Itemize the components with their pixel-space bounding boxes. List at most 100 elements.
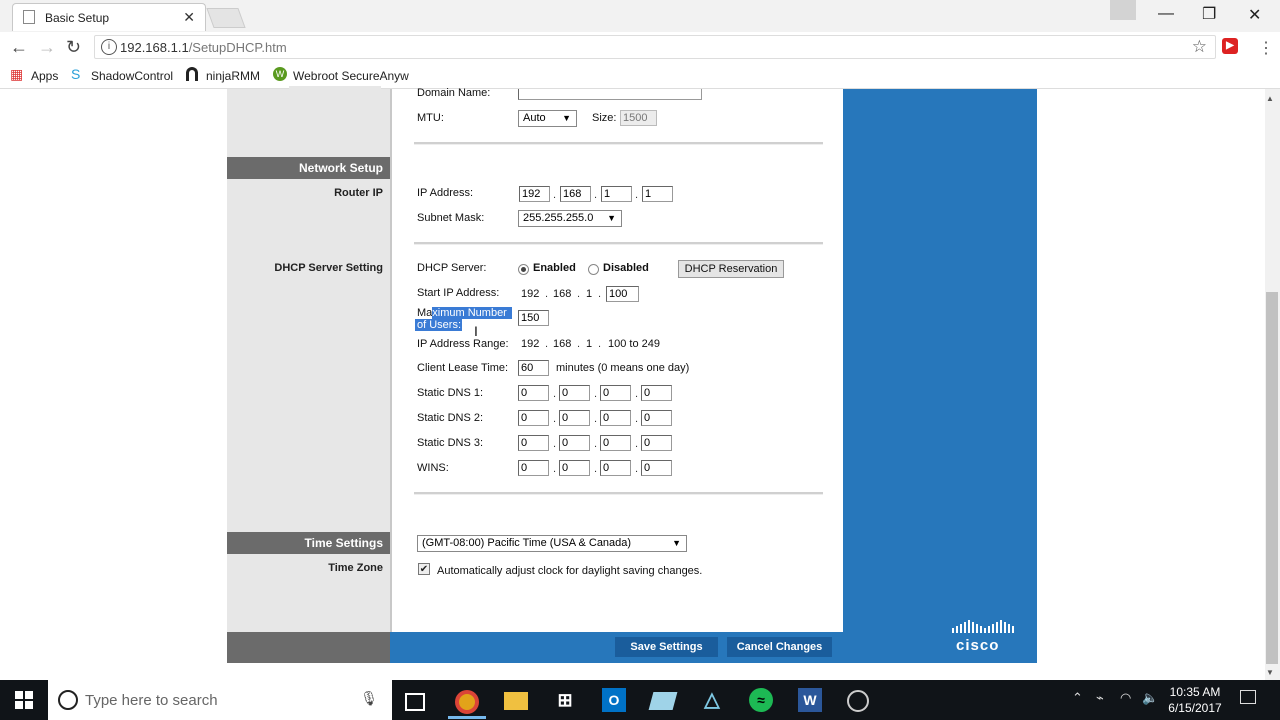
tab-basic-setup[interactable]: Basic Setup ✕ <box>12 3 206 31</box>
router-ip-octet-4[interactable]: 1 <box>642 186 673 202</box>
store-icon[interactable]: ⊞ <box>553 688 577 712</box>
static-dns1-octet-1[interactable]: 0 <box>518 385 549 401</box>
clock-date: 6/15/2017 <box>1168 701 1222 715</box>
static-dns1-octet-3[interactable]: 0 <box>600 385 631 401</box>
taskbar-search-box[interactable]: Type here to search 🎙 <box>48 680 392 720</box>
new-tab-button[interactable] <box>206 8 246 28</box>
outlook-icon[interactable]: O <box>602 688 626 712</box>
cancel-changes-button[interactable]: Cancel Changes <box>727 637 832 657</box>
scroll-down-icon[interactable]: ▼ <box>1266 668 1274 677</box>
bookmark-ninjarmm[interactable]: ninjaRMM <box>206 69 260 83</box>
forward-icon[interactable]: → <box>38 37 56 58</box>
static-dns2-octet-1[interactable]: 0 <box>518 410 549 426</box>
back-icon[interactable]: ← <box>10 37 28 58</box>
taskbar-clock[interactable]: 10:35 AM 6/15/2017 <box>1160 684 1230 716</box>
section-divider <box>414 142 823 145</box>
show-hidden-icons[interactable]: ⌃ <box>1072 690 1083 706</box>
static-dns3-octet-1[interactable]: 0 <box>518 435 549 451</box>
max-users-label: Maximum Number of Users: <box>415 307 512 331</box>
static-dns2-octet-3[interactable]: 0 <box>600 410 631 426</box>
scroll-up-icon[interactable]: ▲ <box>1266 94 1274 103</box>
ip-range-value: 100 to 249 <box>608 338 660 350</box>
camera-app-icon[interactable] <box>847 690 869 712</box>
static-dns3-octet-2[interactable]: 0 <box>559 435 590 451</box>
dhcp-server-label: DHCP Server: <box>417 262 487 274</box>
app-icon[interactable] <box>648 692 678 710</box>
time-settings-header: Time Settings <box>227 532 390 554</box>
bookmark-webroot[interactable]: Webroot SecureAnyw <box>293 69 410 83</box>
static-dns1-octet-4[interactable]: 0 <box>641 385 672 401</box>
wins-octet-4[interactable]: 0 <box>641 460 672 476</box>
section-divider <box>414 492 823 495</box>
max-users-input[interactable]: 150 <box>518 310 549 326</box>
minimize-icon[interactable]: — <box>1158 5 1174 23</box>
task-view-icon[interactable] <box>405 693 425 711</box>
bookmark-apps[interactable]: Apps <box>31 69 58 83</box>
network-status-icon[interactable]: ⌁ <box>1096 690 1104 706</box>
word-icon[interactable]: W <box>798 688 822 712</box>
info-icon[interactable]: i <box>101 39 117 55</box>
dst-checkbox[interactable]: ✔ <box>418 563 430 575</box>
static-dns1-octet-2[interactable]: 0 <box>559 385 590 401</box>
dst-label: Automatically adjust clock for daylight … <box>437 565 703 577</box>
router-ip-octet-2[interactable]: 168 <box>560 186 591 202</box>
extension-icon[interactable]: ▶ <box>1222 38 1238 54</box>
mtu-select[interactable]: Auto ▼ <box>518 110 577 127</box>
bookmark-star-icon[interactable]: ☆ <box>1192 37 1207 57</box>
wifi-icon[interactable]: ◠ <box>1120 690 1131 706</box>
dhcp-enabled-radio[interactable] <box>518 264 529 275</box>
dhcp-disabled-radio[interactable] <box>588 264 599 275</box>
client-lease-input[interactable]: 60 <box>518 360 549 376</box>
spotify-icon[interactable]: ≈ <box>749 688 773 712</box>
menu-icon[interactable]: ⋮ <box>1258 38 1274 58</box>
static-dns2-octet-2[interactable]: 0 <box>559 410 590 426</box>
domain-name-label: Domain Name: <box>417 87 491 99</box>
apps-grid-icon[interactable]: ▦ <box>10 67 24 81</box>
subnet-mask-select[interactable]: 255.255.255.0 ▼ <box>518 210 622 227</box>
time-zone-value: (GMT-08:00) Pacific Time (USA & Canada) <box>422 537 632 549</box>
url-text: 192.168.1.1/SetupDHCP.htm <box>120 40 287 55</box>
dhcp-reservation-button[interactable]: DHCP Reservation <box>678 260 784 278</box>
ip-range-octet-2: 168 <box>553 338 572 350</box>
shadowcontrol-icon: S <box>71 66 81 82</box>
wins-octet-2[interactable]: 0 <box>559 460 590 476</box>
save-settings-button[interactable]: Save Settings <box>615 637 718 657</box>
wins-octet-1[interactable]: 0 <box>518 460 549 476</box>
start-ip-label: Start IP Address: <box>417 287 500 299</box>
chrome-icon[interactable] <box>455 690 479 714</box>
address-bar[interactable]: i 192.168.1.1/SetupDHCP.htm ☆ <box>94 35 1216 59</box>
static-dns3-label: Static DNS 3: <box>417 437 484 449</box>
vpn-client-icon[interactable]: △ <box>700 688 724 712</box>
time-zone-select[interactable]: (GMT-08:00) Pacific Time (USA & Canada) ▼ <box>417 535 687 552</box>
webroot-icon: W <box>273 67 287 81</box>
restore-icon[interactable]: ❐ <box>1202 4 1216 24</box>
static-dns1-label: Static DNS 1: <box>417 387 484 399</box>
active-app-indicator <box>448 716 486 719</box>
start-ip-octet-2: 168 <box>553 288 572 300</box>
volume-icon[interactable]: 🔈 <box>1142 690 1158 706</box>
windows-start-icon[interactable] <box>15 691 33 709</box>
static-dns3-octet-3[interactable]: 0 <box>600 435 631 451</box>
scrollbar-thumb[interactable] <box>1266 292 1278 664</box>
file-explorer-icon[interactable] <box>504 692 528 710</box>
page-favicon <box>23 10 35 24</box>
search-placeholder: Type here to search <box>85 692 218 709</box>
domain-name-input[interactable] <box>518 89 702 100</box>
tab-close-icon[interactable]: ✕ <box>183 9 195 26</box>
column-divider <box>390 89 392 663</box>
dropdown-arrow-icon: ▼ <box>562 113 571 123</box>
router-ip-octet-1[interactable]: 192 <box>519 186 550 202</box>
wins-octet-3[interactable]: 0 <box>600 460 631 476</box>
max-users-label-selected: ximum Number <box>432 307 512 319</box>
start-ip-last-octet-input[interactable]: 100 <box>606 286 639 302</box>
static-dns2-octet-4[interactable]: 0 <box>641 410 672 426</box>
router-ip-octet-3[interactable]: 1 <box>601 186 632 202</box>
action-center-icon[interactable] <box>1240 690 1256 704</box>
static-dns3-octet-4[interactable]: 0 <box>641 435 672 451</box>
dhcp-server-setting-label: DHCP Server Setting <box>274 262 383 274</box>
user-profile-button[interactable] <box>1110 0 1136 20</box>
window-close-icon[interactable]: ✕ <box>1248 5 1261 25</box>
bookmark-shadowcontrol[interactable]: ShadowControl <box>91 69 173 83</box>
microphone-icon[interactable]: 🎙 <box>360 690 378 707</box>
reload-icon[interactable]: ↻ <box>66 37 81 58</box>
